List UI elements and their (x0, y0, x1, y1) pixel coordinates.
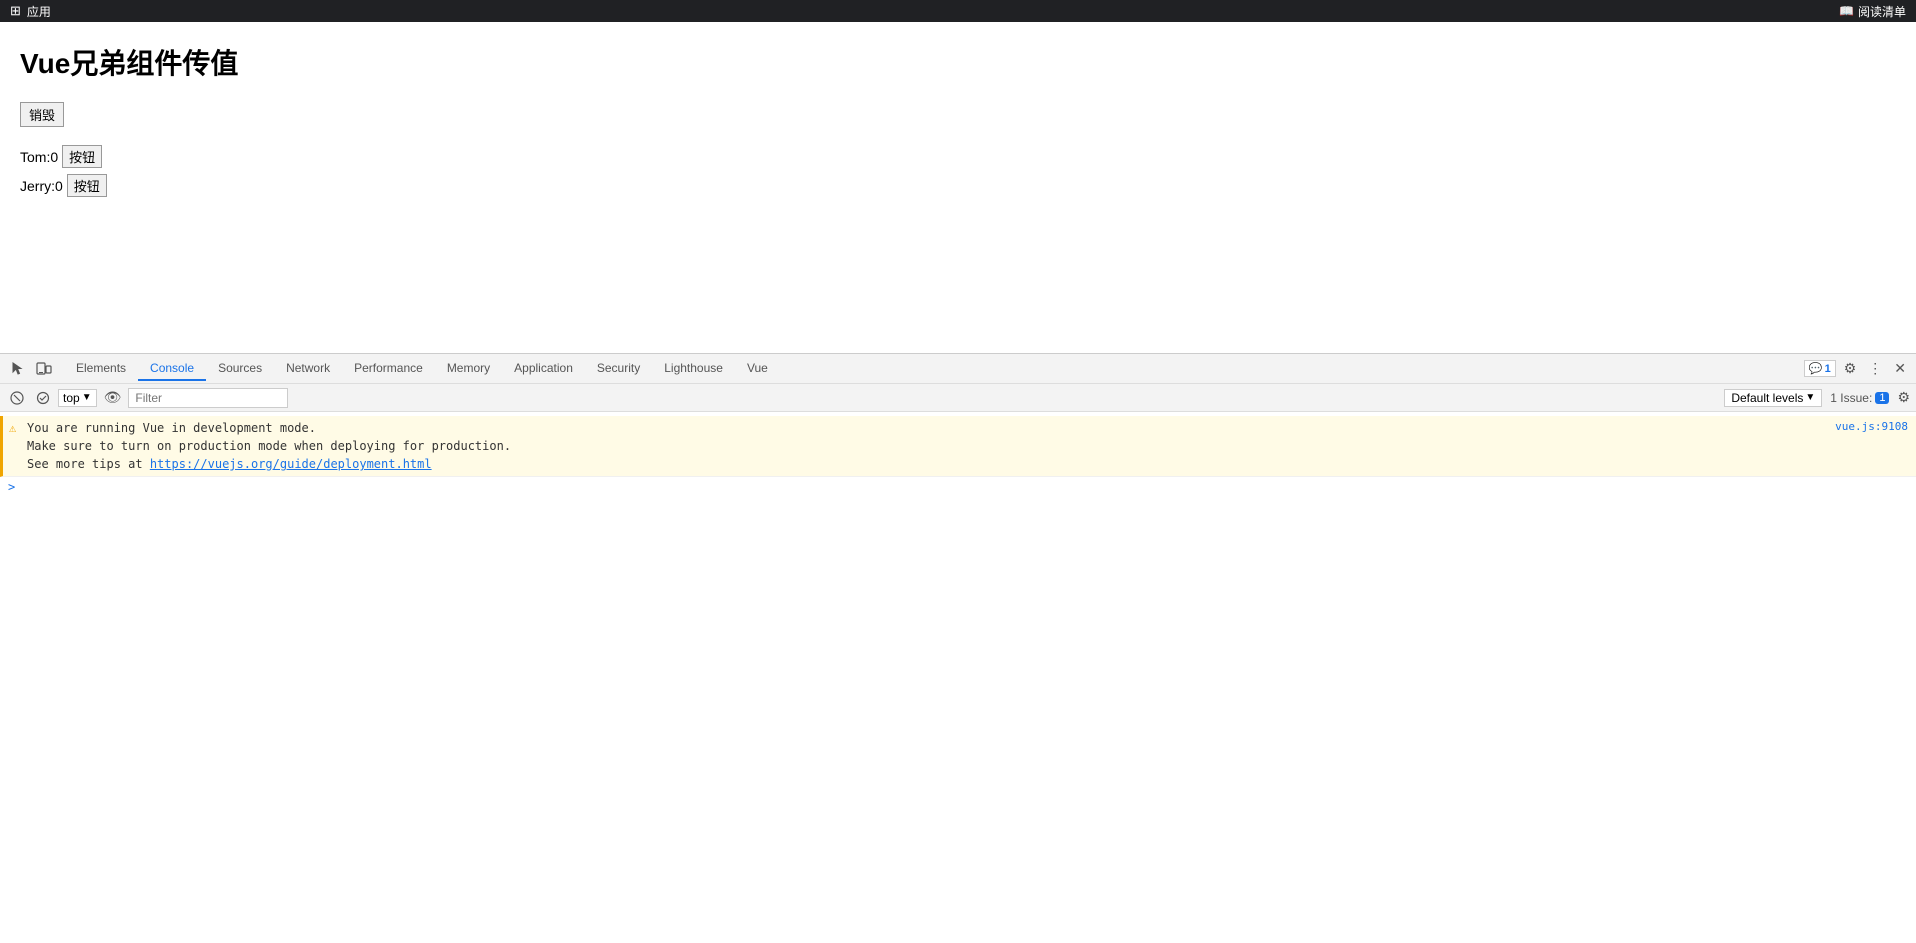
inspect-element-button[interactable] (6, 359, 30, 379)
warn-icon: ⚠ (9, 419, 16, 437)
jerry-row: Jerry:0 按钮 (20, 174, 1896, 197)
tab-application[interactable]: Application (502, 357, 585, 381)
devtools-more-button[interactable]: ⋮ (1864, 358, 1886, 379)
tab-lighthouse[interactable]: Lighthouse (652, 357, 735, 381)
reader-icon: 📖 (1839, 4, 1854, 18)
device-toggle-button[interactable] (32, 359, 56, 379)
tab-sources[interactable]: Sources (206, 357, 274, 381)
console-filter-input[interactable] (128, 388, 288, 408)
issue-count-badge: 1 (1875, 392, 1889, 404)
context-dropdown-icon: ▼ (82, 392, 92, 403)
console-output: ⚠ You are running Vue in development mod… (0, 412, 1916, 943)
preserve-log-button[interactable] (32, 389, 54, 407)
issue-badge: 1 Issue: 1 (1830, 391, 1889, 405)
jerry-button[interactable]: 按钮 (67, 174, 107, 197)
live-expressions-button[interactable]: 👁 (101, 388, 125, 407)
prompt-arrow: > (8, 480, 15, 494)
page-title: Vue兄弟组件传值 (20, 42, 1896, 82)
topbar-right: 📖 阅读清单 (1839, 3, 1906, 20)
devtools-top-toolbar: Elements Console Sources Network Perform… (0, 354, 1916, 384)
grid-icon: ⊞ (10, 3, 21, 19)
levels-dropdown-icon: ▼ (1805, 392, 1815, 403)
tab-performance[interactable]: Performance (342, 357, 435, 381)
tab-vue[interactable]: Vue (735, 357, 780, 381)
console-message-warn: ⚠ You are running Vue in development mod… (0, 416, 1916, 477)
console-prompt-row: > (0, 477, 1916, 497)
tab-console[interactable]: Console (138, 357, 206, 381)
context-label: top (63, 391, 80, 405)
default-levels-button[interactable]: Default levels ▼ (1724, 389, 1822, 407)
message-icon: 💬 (1809, 362, 1823, 375)
devtools-tabs: Elements Console Sources Network Perform… (58, 357, 1802, 381)
tab-elements[interactable]: Elements (64, 357, 138, 381)
tab-network[interactable]: Network (274, 357, 342, 381)
console-toolbar: top ▼ 👁 Default levels ▼ 1 Issue: 1 ⚙ (0, 384, 1916, 412)
reader-label: 阅读清单 (1858, 3, 1906, 20)
topbar-left: ⊞ 应用 (10, 3, 51, 20)
clear-console-button[interactable] (6, 389, 28, 407)
console-right-controls: Default levels ▼ 1 Issue: 1 ⚙ (1724, 389, 1910, 407)
console-message-source[interactable]: vue.js:9108 (1835, 419, 1908, 436)
jerry-label: Jerry:0 (20, 178, 63, 194)
devtools-right-icons: 💬 1 ⚙ ⋮ ✕ (1804, 358, 1910, 379)
devtools-settings-button[interactable]: ⚙ (1840, 358, 1861, 379)
browser-topbar: ⊞ 应用 📖 阅读清单 (0, 0, 1916, 22)
console-settings-button[interactable]: ⚙ (1897, 389, 1910, 406)
destroy-button[interactable]: 销毁 (20, 102, 64, 127)
tab-memory[interactable]: Memory (435, 357, 502, 381)
devtools-panel: Elements Console Sources Network Perform… (0, 353, 1916, 943)
app-label: 应用 (27, 3, 51, 20)
context-selector[interactable]: top ▼ (58, 389, 97, 407)
devtools-close-button[interactable]: ✕ (1890, 358, 1910, 379)
tom-button[interactable]: 按钮 (62, 145, 102, 168)
tom-label: Tom:0 (20, 149, 58, 165)
page-content: Vue兄弟组件传值 销毁 Tom:0 按钮 Jerry:0 按钮 (0, 22, 1916, 353)
issue-text: 1 Issue: (1830, 391, 1872, 405)
deployment-link[interactable]: https://vuejs.org/guide/deployment.html (150, 457, 432, 471)
tom-row: Tom:0 按钮 (20, 145, 1896, 168)
issue-icon-box: 💬 1 (1804, 360, 1836, 377)
tab-security[interactable]: Security (585, 357, 652, 381)
console-message-text: You are running Vue in development mode.… (27, 419, 1835, 473)
